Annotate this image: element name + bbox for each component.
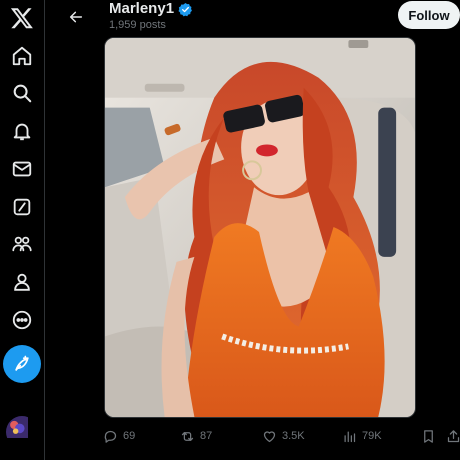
profile-name-row: Marleny1 <box>109 0 193 18</box>
arrow-left-icon <box>69 11 83 23</box>
messages-icon[interactable] <box>4 151 40 187</box>
profile-header: Marleny1 1,959 posts Follow <box>45 0 460 36</box>
home-icon[interactable] <box>4 38 40 74</box>
post-photo[interactable] <box>104 37 416 418</box>
repost-button[interactable]: 87 <box>180 426 212 446</box>
left-nav-rail <box>0 0 44 460</box>
heart-icon <box>263 430 276 442</box>
reply-icon <box>104 430 117 443</box>
reply-button[interactable]: 69 <box>103 426 135 446</box>
share-button[interactable] <box>446 426 460 446</box>
follow-button[interactable]: Follow <box>398 1 460 29</box>
profile-icon[interactable] <box>4 264 40 300</box>
communities-icon[interactable] <box>4 226 40 262</box>
profile-name: Marleny1 <box>109 0 175 17</box>
like-button[interactable]: 3.5K <box>262 426 305 446</box>
account-avatar[interactable] <box>6 416 38 448</box>
post-actions: 69 87 3.5K 79K <box>103 426 460 446</box>
post-button[interactable] <box>3 345 41 383</box>
x-logo-icon[interactable] <box>4 0 40 36</box>
repost-icon <box>181 431 194 441</box>
more-icon[interactable] <box>4 302 40 338</box>
notifications-icon[interactable] <box>4 113 40 149</box>
bookmark-icon <box>424 429 433 443</box>
views-button[interactable]: 79K <box>342 426 382 446</box>
search-icon[interactable] <box>4 75 40 111</box>
grok-icon[interactable] <box>4 189 40 225</box>
feather-plus-icon <box>15 355 29 371</box>
verified-badge-icon <box>178 2 193 17</box>
reply-count: 69 <box>123 430 136 442</box>
main-column: Marleny1 1,959 posts Follow 69 87 3.5K 7… <box>44 0 460 460</box>
back-button[interactable] <box>63 4 89 30</box>
bookmark-button[interactable] <box>421 426 436 446</box>
view-count: 79K <box>362 430 382 442</box>
posts-count: 1,959 posts <box>109 19 166 31</box>
like-count: 3.5K <box>282 430 305 442</box>
analytics-icon <box>344 431 356 442</box>
share-icon <box>447 429 460 442</box>
repost-count: 87 <box>200 430 213 442</box>
